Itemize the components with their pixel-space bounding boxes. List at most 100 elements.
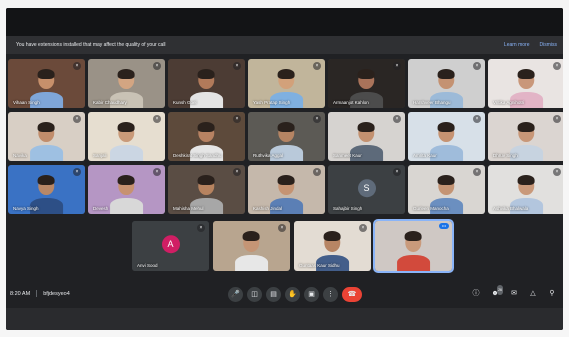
mic-off-icon: × <box>153 62 161 70</box>
person-body <box>396 255 431 271</box>
participant-tile[interactable]: × Kunsh Goel <box>168 59 245 108</box>
participant-name: Yash Pratap Singh <box>253 100 291 105</box>
participant-name: Dhruv Singh <box>493 153 518 158</box>
participant-tile[interactable]: × Sanjali <box>88 112 165 161</box>
mic-off-icon: × <box>73 115 81 123</box>
participant-tile[interactable]: × Kashish Jindal <box>248 165 325 214</box>
participant-tile[interactable]: × Yash Pratap Singh <box>248 59 325 108</box>
mic-off-icon: × <box>73 168 81 176</box>
participant-tile[interactable]: × Vihaan Singh <box>8 59 85 108</box>
page-top-strip <box>0 0 569 8</box>
participant-video <box>29 121 64 161</box>
participants-count-badge: 26 <box>497 285 503 295</box>
participant-tile[interactable]: × Sanmeet Kaur <box>328 112 405 161</box>
participant-tile[interactable]: × Mahisha Mehul <box>168 165 245 214</box>
banner-actions: Learn more Dismiss <box>504 36 557 54</box>
person-body <box>109 198 144 214</box>
participant-name: Guntaas Kaur Sidhu <box>299 263 340 268</box>
mic-off-icon: × <box>393 62 401 70</box>
participant-tile[interactable]: × Guntaas Kaur Sidhu <box>294 221 371 271</box>
participant-name: Anvi Sood <box>137 263 158 268</box>
raise-hand-icon[interactable]: ✋ <box>285 287 300 302</box>
people-icon[interactable]: ☻ 26 <box>490 285 503 299</box>
participant-tile[interactable]: × Deshkirat Singh Sandhu <box>168 112 245 161</box>
mic-off-icon: × <box>393 168 401 176</box>
side-panel-controls: ⓘ ☻ 26 ✉ △ ⚲ <box>471 285 557 299</box>
participant-tile[interactable]: × Devesh <box>88 165 165 214</box>
person-hair <box>198 121 215 132</box>
chat-icon[interactable]: ✉ <box>509 289 519 299</box>
participant-tile[interactable]: ••• <box>373 219 454 273</box>
person-hair <box>198 68 215 79</box>
speaking-indicator-icon: ••• <box>439 223 449 229</box>
mic-off-icon: × <box>233 62 241 70</box>
host-controls-icon[interactable]: ⚲ <box>547 289 557 299</box>
person-hair <box>438 174 455 185</box>
person-hair <box>38 121 55 132</box>
participant-name: Kashish Jindal <box>253 206 283 211</box>
participant-name: Navya Singh <box>13 206 39 211</box>
person-body <box>109 145 144 161</box>
participant-tile[interactable]: × Ruthvika Aggal <box>248 112 325 161</box>
center-controls: 🎤 ◫ ▤ ✋ ▣ ⋮ ☎ <box>228 287 362 302</box>
participant-name: Vritika Agnihotri <box>493 100 525 105</box>
mic-off-icon: × <box>233 115 241 123</box>
mic-off-icon: × <box>473 168 481 176</box>
person-hair <box>118 68 135 79</box>
person-hair <box>358 121 375 132</box>
mic-off-icon: × <box>393 115 401 123</box>
mic-off-icon: × <box>553 168 561 176</box>
person-hair <box>438 68 455 79</box>
participant-grid: × Vihaan Singh × Kabir Chaudhary × Kunsh Goel… <box>6 59 563 279</box>
more-options-icon[interactable]: ⋮ <box>323 287 338 302</box>
participant-tile[interactable]: × Dhruv Singh <box>488 112 563 161</box>
participant-tile[interactable]: S × Sahajbir Singh <box>328 165 405 214</box>
info-icon[interactable]: ⓘ <box>471 289 481 299</box>
participant-name: Armaanjot Kahlon <box>333 100 369 105</box>
participant-name: Gurleen Manocha <box>413 206 449 211</box>
person-hair <box>38 174 55 185</box>
participant-tile[interactable]: × Ashvika Bhalwala <box>488 165 563 214</box>
end-call-icon[interactable]: ☎ <box>342 287 362 302</box>
captions-icon[interactable]: ▤ <box>266 287 281 302</box>
participant-name: Sahajbir Singh <box>333 206 363 211</box>
person-hair <box>198 174 215 185</box>
person-hair <box>118 121 135 132</box>
participant-video <box>109 174 144 214</box>
mic-off-icon: × <box>359 224 367 232</box>
mic-icon[interactable]: 🎤 <box>228 287 243 302</box>
present-icon[interactable]: ▣ <box>304 287 319 302</box>
dismiss-button[interactable]: Dismiss <box>540 42 558 48</box>
person-body <box>234 255 269 271</box>
participant-tile[interactable]: A × Anvi Sood <box>132 221 209 271</box>
participant-tile[interactable]: × Vritika Agnihotri <box>488 59 563 108</box>
participant-video <box>396 231 431 271</box>
mic-off-icon: × <box>73 62 81 70</box>
participant-tile[interactable]: × Gurleen Manocha <box>408 165 485 214</box>
meeting-details: 8:20 AM bfjdesyeo4 <box>10 290 70 297</box>
person-hair <box>438 121 455 132</box>
person-body <box>29 145 64 161</box>
participant-tile[interactable]: × Navya Singh <box>8 165 85 214</box>
participant-tile[interactable]: × <box>213 221 290 271</box>
participant-name: Mahisha Mehul <box>173 206 204 211</box>
divider <box>36 290 38 297</box>
participant-name: Kabir Chaudhary <box>93 100 127 105</box>
participant-name: Ashvika Bhalwala <box>493 206 529 211</box>
learn-more-link[interactable]: Learn more <box>504 42 530 48</box>
participant-tile[interactable]: × Armaanjot Kahlon <box>328 59 405 108</box>
meeting-code[interactable]: bfjdesyeo4 <box>43 291 70 297</box>
participant-video <box>234 231 269 271</box>
mic-off-icon: × <box>197 224 205 232</box>
participant-tile[interactable]: × Amrita Kaur <box>408 112 485 161</box>
participant-tile[interactable]: × Navika <box>8 112 85 161</box>
participant-tile[interactable]: × Harshveer Bhangu <box>408 59 485 108</box>
participant-name: Kunsh Goel <box>173 100 197 105</box>
person-hair <box>518 68 535 79</box>
activities-icon[interactable]: △ <box>528 289 538 299</box>
mic-off-icon: × <box>313 168 321 176</box>
camera-icon[interactable]: ◫ <box>247 287 262 302</box>
participant-name: Amrita Kaur <box>413 153 437 158</box>
participant-tile[interactable]: × Kabir Chaudhary <box>88 59 165 108</box>
mic-off-icon: × <box>313 115 321 123</box>
